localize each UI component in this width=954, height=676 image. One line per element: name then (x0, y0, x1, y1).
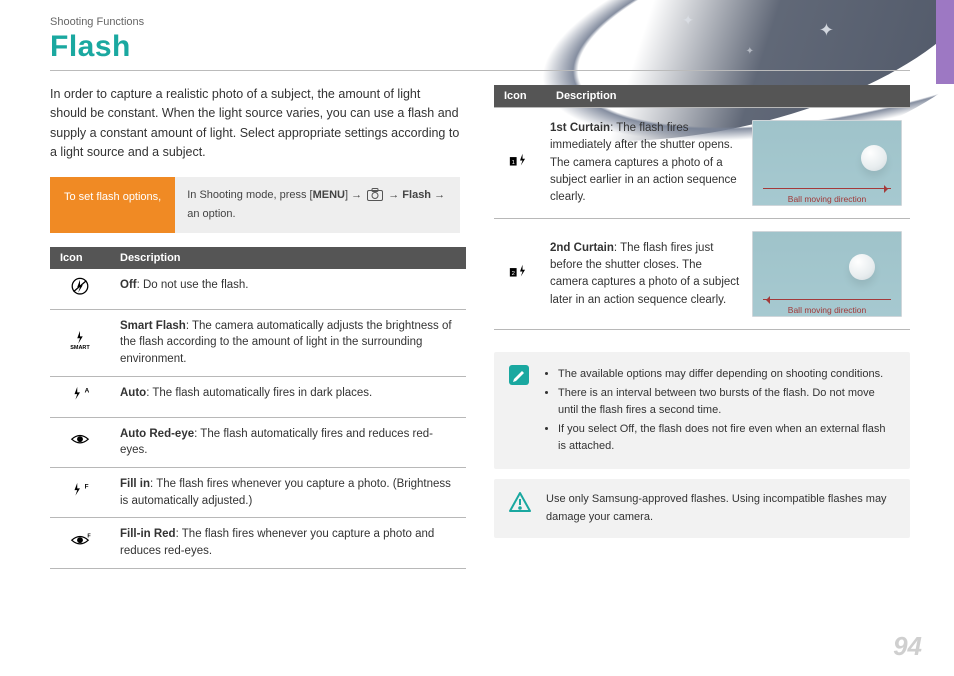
flash-auto-icon: A (69, 385, 91, 403)
option-title: Fill in (120, 478, 150, 490)
page-number: 94 (893, 631, 922, 662)
svg-text:A: A (85, 387, 90, 394)
option-text: : The flash automatically fires in dark … (146, 387, 372, 399)
pencil-note-icon (508, 364, 530, 457)
left-column: In order to capture a realistic photo of… (44, 85, 460, 569)
manual-page: ✦✦✦ Shooting Functions Flash In order to… (0, 0, 954, 676)
svg-text:1: 1 (512, 160, 515, 166)
table-row: F Fill-in Red: The flash fires whenever … (50, 518, 466, 568)
option-title: Smart Flash (120, 320, 186, 332)
page-title: Flash (50, 30, 910, 71)
svg-text:F: F (85, 483, 89, 490)
table-row: A Auto: The flash automatically fires in… (50, 376, 466, 417)
flash-off-icon (69, 277, 91, 295)
ball-graphic (849, 254, 875, 280)
callout-text: In Shooting mode, press [ (187, 189, 312, 201)
warning-icon (508, 491, 532, 525)
flash-label: Flash (402, 189, 431, 201)
info-item: The available options may differ dependi… (558, 366, 896, 383)
thumbnail-caption: Ball moving direction (753, 305, 901, 315)
curtain-table-head: Icon Description (494, 85, 910, 107)
intro-paragraph: In order to capture a realistic photo of… (50, 85, 460, 163)
menu-key: MENU (313, 189, 345, 201)
option-title: Auto Red-eye (120, 428, 194, 440)
example-thumbnail: Ball moving direction (752, 120, 902, 206)
first-curtain-icon: 1 (509, 152, 531, 170)
flash-fillin-red-icon: F (69, 531, 91, 549)
instruction-callout: To set flash options, In Shooting mode, … (50, 177, 460, 233)
svg-text:SMART: SMART (70, 345, 90, 350)
th-icon: Icon (494, 85, 546, 107)
curtain-row: 1 1st Curtain: The flash fires immediate… (494, 107, 910, 219)
option-text: : Do not use the flash. (137, 279, 249, 291)
info-list: The available options may differ dependi… (544, 364, 896, 457)
option-title: Off (120, 279, 137, 291)
breadcrumb: Shooting Functions (50, 16, 910, 28)
direction-arrow-icon (763, 299, 891, 300)
callout-text: ] → (345, 189, 362, 201)
option-title: 1st Curtain (550, 122, 610, 134)
option-text: : The flash fires whenever you capture a… (120, 478, 451, 507)
callout-label: To set flash options, (50, 177, 175, 233)
ball-graphic (861, 145, 887, 171)
table-row: F Fill in: The flash fires whenever you … (50, 467, 466, 517)
option-title: Fill-in Red (120, 528, 176, 540)
direction-arrow-icon (763, 188, 891, 189)
info-note: The available options may differ dependi… (494, 352, 910, 469)
flash-smart-icon: SMART (69, 330, 91, 348)
callout-steps: In Shooting mode, press [MENU] → → Flash… (175, 177, 460, 233)
thumbnail-caption: Ball moving direction (753, 194, 901, 204)
th-desc: Description (110, 247, 466, 269)
th-desc: Description (546, 85, 910, 107)
warning-text: Use only Samsung-approved flashes. Using… (546, 491, 896, 525)
flash-fillin-icon: F (69, 481, 91, 499)
example-thumbnail: Ball moving direction (752, 231, 902, 317)
option-title: 2nd Curtain (550, 242, 614, 254)
th-icon: Icon (50, 247, 110, 269)
svg-text:2: 2 (512, 271, 515, 277)
camera-icon (367, 188, 383, 207)
table-row: SMART Smart Flash: The camera automatica… (50, 309, 466, 376)
info-item: There is an interval between two bursts … (558, 385, 896, 419)
info-item: If you select Off, the flash does not fi… (558, 421, 896, 455)
table-row: Off: Do not use the flash. (50, 269, 466, 310)
option-text: : The flash fires immediately after the … (550, 122, 737, 203)
table-row: Auto Red-eye: The flash automatically fi… (50, 417, 466, 467)
option-title: Auto (120, 387, 146, 399)
svg-text:F: F (87, 533, 91, 539)
second-curtain-icon: 2 (509, 263, 531, 281)
flash-options-table: Icon Description Off: Do not use the fla… (50, 247, 466, 569)
curtain-row: 2 2nd Curtain: The flash fires just befo… (494, 219, 910, 330)
flash-auto-redeye-icon (69, 430, 91, 448)
warning-note: Use only Samsung-approved flashes. Using… (494, 479, 910, 537)
right-column: Icon Description 1 1st Curtain: The flas… (494, 85, 910, 569)
